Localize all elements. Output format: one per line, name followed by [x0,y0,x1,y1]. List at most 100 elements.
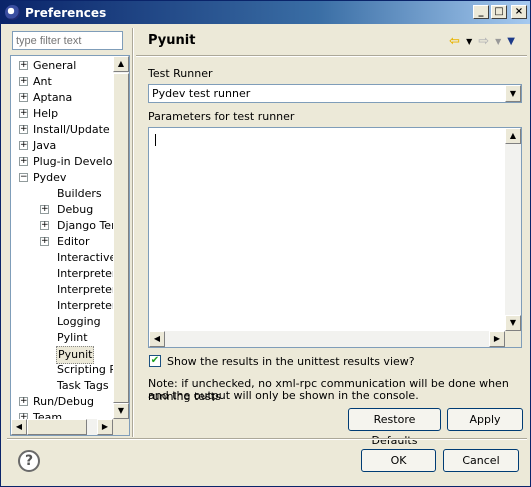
tree-vertical-scrollbar[interactable]: ▲ ▼ [113,56,129,419]
tree-item[interactable]: Interactive [11,250,113,266]
tree-item[interactable]: Interpreter [11,282,113,298]
scroll-left-arrow-icon[interactable]: ◀ [149,331,165,347]
tree-item[interactable]: Logging [11,314,113,330]
tree-item[interactable]: + Aptana [11,90,113,106]
tree-item[interactable]: + Editor [11,234,113,250]
tree-items: + General + Ant + Aptana + Help + Install/Update +… [11,56,113,419]
restore-defaults-button[interactable]: Restore Defaults [348,408,441,447]
scroll-left-arrow-icon[interactable]: ◀ [11,419,27,435]
window-title: Preferences [25,5,107,20]
cancel-button[interactable]: Cancel [443,449,519,472]
forward-dropdown-icon[interactable]: ▼ [495,37,501,46]
tree-item[interactable]: Pyunit [11,346,113,364]
title-separator [136,55,527,57]
text-caret [155,134,156,146]
ok-button[interactable]: OK [361,449,436,472]
scroll-right-arrow-icon[interactable]: ▶ [489,331,505,347]
expand-icon[interactable]: + [40,221,49,230]
filter-input[interactable] [12,31,123,50]
tree-item-label: Django Tem [57,219,113,232]
preference-page: Pyunit ⇦ ▼ ⇨ ▼ ▼ Test Runner Pydev test … [136,28,527,447]
title-bar[interactable]: Preferences _ □ × [1,1,530,24]
tree-item[interactable]: + Run/Debug [11,394,113,410]
tree-scroll-thumb[interactable] [113,73,129,403]
show-results-label[interactable]: Show the results in the unittest results… [167,355,415,368]
expand-icon[interactable]: + [19,109,28,118]
test-runner-label: Test Runner [148,67,213,80]
forward-arrow-icon[interactable]: ⇨ [478,34,489,49]
params-textarea[interactable]: ▲ ▼ ◀ ▶ [148,127,522,348]
tree-item[interactable]: Interpreter [11,266,113,282]
chevron-down-icon[interactable]: ▼ [505,85,521,102]
footer-separator [7,438,527,440]
close-button[interactable]: × [511,5,527,19]
textarea-vertical-scrollbar[interactable]: ▲ ▼ [505,128,521,331]
preference-nav-panel: +General+Ant+Aptana+Help+Install/Update+… [7,28,131,437]
expand-icon[interactable]: + [19,61,28,70]
params-label: Parameters for test runner [148,110,295,123]
tree-item-label: Interpreter [57,299,113,312]
tree-item[interactable]: + General [11,58,113,74]
panel-divider[interactable] [132,28,134,437]
tree-item-label: Interpreter [57,267,113,280]
tree-item[interactable]: + Help [11,106,113,122]
tree-item-label: Install/Update [33,123,110,136]
expand-icon[interactable]: + [19,93,28,102]
back-dropdown-icon[interactable]: ▼ [466,37,472,46]
expand-icon[interactable]: + [19,125,28,134]
apply-button[interactable]: Apply [447,408,523,431]
scroll-corner [113,419,129,435]
tree-item[interactable]: + Debug [11,202,113,218]
tree-item[interactable]: Builders [11,186,113,202]
test-runner-value: Pydev test runner [152,87,251,100]
window-controls: _ □ × [473,5,527,19]
page-nav-toolbar: ⇦ ▼ ⇨ ▼ ▼ [449,34,515,49]
show-results-checkbox[interactable]: ✔ [149,355,161,367]
preference-tree: + General + Ant + Aptana + Help + Install/Update +… [10,55,130,436]
maximize-button[interactable]: □ [491,5,507,19]
scroll-down-arrow-icon[interactable]: ▼ [113,403,129,419]
tree-item[interactable]: + Ant [11,74,113,90]
view-menu-icon[interactable]: ▼ [507,36,515,47]
textarea-horizontal-scrollbar[interactable]: ◀ ▶ [149,331,505,347]
scroll-up-arrow-icon[interactable]: ▲ [113,56,129,72]
tree-item[interactable]: + Java [11,138,113,154]
tree-item-label: Editor [57,235,90,248]
tree-item-label: Run/Debug [33,395,94,408]
tree-horizontal-scrollbar[interactable]: ◀ ▶ [11,419,113,435]
tree-item[interactable]: + Plug-in Develop [11,154,113,170]
scroll-down-arrow-icon[interactable]: ▼ [505,315,521,331]
tree-item[interactable]: + Team [11,410,113,419]
tree-item-label: Builders [57,187,102,200]
tree-item-label: Logging [57,315,101,328]
tree-item[interactable]: + Install/Update [11,122,113,138]
collapse-icon[interactable]: − [19,173,28,182]
expand-icon[interactable]: + [40,205,49,214]
scroll-up-arrow-icon[interactable]: ▲ [505,128,521,144]
tree-item[interactable]: + Django Tem [11,218,113,234]
tree-item[interactable]: Pylint [11,330,113,346]
back-arrow-icon[interactable]: ⇦ [449,34,460,49]
scroll-corner [505,331,521,347]
expand-icon[interactable]: + [19,141,28,150]
tree-item[interactable]: Task Tags [11,378,113,394]
tree-item-label: Help [33,107,59,120]
expand-icon[interactable]: + [19,397,28,406]
scroll-right-arrow-icon[interactable]: ▶ [97,419,113,435]
expand-icon[interactable]: + [40,237,49,246]
tree-item[interactable]: − Pydev [11,170,113,186]
expand-icon[interactable]: + [19,157,28,166]
tree-item-label: Scripting Py [57,363,113,376]
tree-item-label: Java [33,139,57,152]
minimize-button[interactable]: _ [473,5,489,19]
tree-item[interactable]: Scripting Py [11,362,113,378]
tree-item-label: Team [33,411,63,419]
tree-item[interactable]: Interpreter [11,298,113,314]
expand-icon[interactable]: + [19,77,28,86]
tree-hscroll-thumb[interactable] [27,419,87,435]
eclipse-app-icon [5,5,20,20]
help-icon[interactable]: ? [18,450,40,472]
tree-item-label: General [33,59,77,72]
test-runner-select[interactable]: Pydev test runner ▼ [148,84,522,103]
tree-item-label: Ant [33,75,52,88]
